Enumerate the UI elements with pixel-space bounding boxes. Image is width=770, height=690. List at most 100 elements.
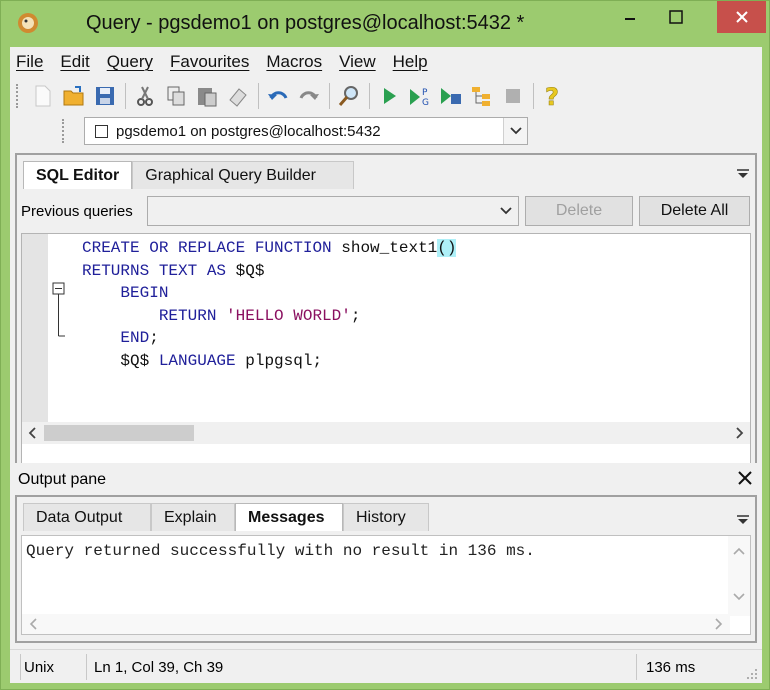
code-line: RETURN 'HELLO WORLD'; — [82, 306, 361, 325]
execute-pgscript-button[interactable]: PG — [405, 81, 435, 111]
previous-queries-row: Previous queries Delete Delete All — [17, 193, 755, 229]
toolbar-separator — [369, 83, 370, 109]
explain-button[interactable] — [467, 81, 497, 111]
undo-icon — [268, 91, 288, 100]
app-window: Query - pgsdemo1 on postgres@localhost:5… — [0, 0, 770, 690]
maximize-button[interactable] — [653, 1, 699, 33]
previous-queries-dropdown-button[interactable] — [494, 197, 518, 225]
output-pane: Data Output Explain Messages History Que… — [15, 495, 757, 643]
menu-view[interactable]: View — [339, 52, 376, 72]
help-icon: ? — [545, 84, 560, 108]
resize-grip-icon[interactable] — [746, 668, 758, 680]
connection-dropdown-button[interactable] — [503, 118, 527, 144]
toolbar-separator — [533, 83, 534, 109]
fold-marker-icon[interactable] — [50, 282, 68, 392]
copy-icon — [167, 86, 185, 106]
open-button[interactable] — [59, 81, 89, 111]
tab-explain[interactable]: Explain — [151, 503, 235, 531]
delete-button[interactable]: Delete — [525, 196, 633, 226]
scroll-down-icon[interactable] — [732, 592, 746, 602]
cut-icon — [137, 86, 153, 106]
close-icon — [738, 471, 752, 485]
code-line: CREATE OR REPLACE FUNCTION show_text1() — [82, 239, 457, 257]
tab-graphical-query-builder[interactable]: Graphical Query Builder — [132, 161, 355, 189]
clear-button[interactable] — [223, 81, 253, 111]
close-button[interactable] — [717, 1, 766, 33]
copy-button[interactable] — [161, 81, 191, 111]
execute-to-file-icon — [441, 88, 461, 104]
toolbar-separator — [258, 83, 259, 109]
chevron-down-icon — [509, 127, 522, 135]
menu-macros[interactable]: Macros — [266, 52, 322, 72]
connection-grip[interactable] — [62, 119, 68, 143]
menu-favourites[interactable]: Favourites — [170, 52, 249, 72]
minimize-button[interactable] — [607, 1, 653, 33]
execute-button[interactable] — [374, 81, 404, 111]
scroll-left-icon[interactable] — [28, 617, 40, 631]
output-pane-header: Output pane — [10, 463, 762, 497]
close-icon — [735, 11, 748, 23]
delete-all-button[interactable]: Delete All — [639, 196, 750, 226]
connection-bar: pgsdemo1 on postgres@localhost:5432 — [62, 116, 528, 146]
toolbar-separator — [329, 83, 330, 109]
tab-data-output[interactable]: Data Output — [23, 503, 151, 531]
cut-button[interactable] — [130, 81, 160, 111]
explain-icon — [472, 87, 490, 106]
fold-margin — [50, 234, 68, 422]
redo-button[interactable] — [294, 81, 324, 111]
execute-to-file-button[interactable] — [436, 81, 466, 111]
sql-code-editor[interactable]: CREATE OR REPLACE FUNCTION show_text1() R… — [21, 233, 751, 473]
main-toolbar: PG ? — [12, 78, 657, 114]
scroll-thumb[interactable] — [44, 425, 194, 441]
output-pane-title: Output pane — [18, 471, 107, 488]
scroll-left-icon[interactable] — [26, 426, 40, 440]
connection-select[interactable]: pgsdemo1 on postgres@localhost:5432 — [83, 117, 528, 145]
menu-bar: File Edit Query Favourites Macros View H… — [10, 47, 762, 77]
output-pane-close-button[interactable] — [738, 469, 752, 490]
save-button[interactable] — [90, 81, 120, 111]
result-message: Query returned successfully with no resu… — [26, 542, 535, 560]
menu-edit[interactable]: Edit — [60, 52, 89, 72]
messages-horizontal-scrollbar[interactable] — [22, 614, 730, 634]
tab-messages[interactable]: Messages — [235, 503, 343, 531]
editor-horizontal-scrollbar[interactable] — [22, 422, 750, 444]
messages-vertical-scrollbar[interactable] — [728, 536, 750, 616]
tab-menu-icon[interactable] — [737, 169, 749, 179]
svg-text:G: G — [422, 98, 429, 107]
execute-pgscript-icon: PG — [410, 88, 429, 107]
svg-text:P: P — [422, 88, 428, 98]
menu-query[interactable]: Query — [107, 52, 153, 72]
menu-help[interactable]: Help — [393, 52, 428, 72]
menu-file[interactable]: File — [16, 52, 43, 72]
tab-sql-editor[interactable]: SQL Editor — [23, 161, 133, 189]
scroll-right-icon[interactable] — [732, 426, 746, 440]
new-file-button[interactable] — [28, 81, 58, 111]
client-area: File Edit Query Favourites Macros View H… — [10, 47, 762, 683]
tab-menu-icon[interactable] — [737, 515, 749, 525]
paste-icon — [198, 88, 217, 107]
cancel-query-icon — [506, 89, 520, 103]
chevron-down-icon — [500, 207, 512, 215]
code-line: BEGIN — [82, 284, 169, 303]
tab-history[interactable]: History — [343, 503, 429, 531]
code-line: RETURNS TEXT AS $Q$ — [82, 261, 265, 280]
paste-button[interactable] — [192, 81, 222, 111]
save-icon — [96, 87, 114, 105]
status-encoding: Unix — [24, 659, 55, 676]
cancel-query-button[interactable] — [498, 81, 528, 111]
undo-button[interactable] — [263, 81, 293, 111]
window-title: Query - pgsdemo1 on postgres@localhost:5… — [86, 12, 525, 34]
toolbar-grip[interactable] — [16, 84, 22, 108]
scroll-up-icon[interactable] — [732, 546, 746, 556]
messages-box[interactable]: Query returned successfully with no resu… — [21, 535, 751, 635]
pgadmin-elephant-icon — [18, 13, 38, 33]
sql-editor-panel: SQL Editor Graphical Query Builder Previ… — [15, 153, 757, 501]
connection-checkbox[interactable] — [94, 124, 108, 138]
find-button[interactable] — [334, 81, 364, 111]
execute-icon — [384, 88, 396, 104]
new-file-icon — [35, 85, 51, 107]
scroll-right-icon[interactable] — [712, 617, 724, 631]
help-button[interactable]: ? — [538, 81, 568, 111]
redo-icon — [299, 91, 319, 100]
previous-queries-select[interactable] — [147, 196, 519, 226]
